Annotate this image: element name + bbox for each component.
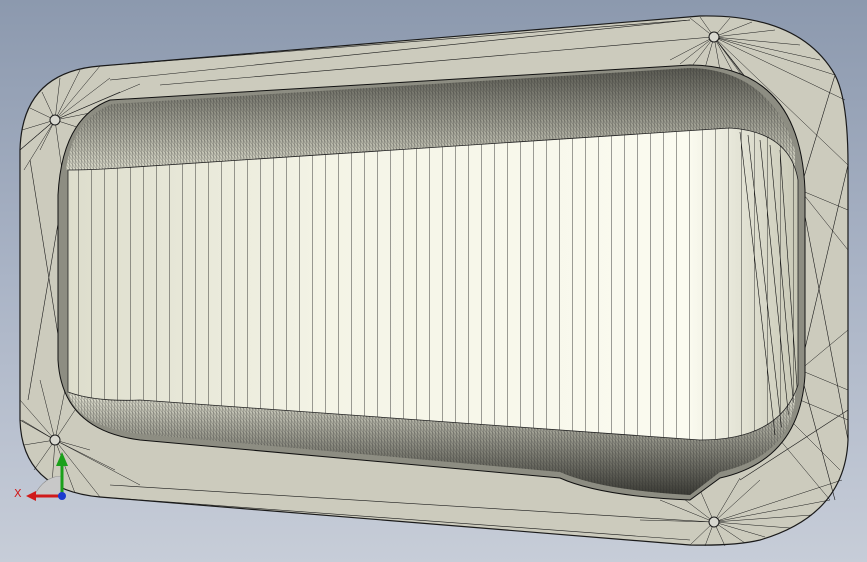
model-view[interactable]: X <box>0 0 867 562</box>
mounting-hole-top-right <box>708 31 720 43</box>
triad-x-arrow-icon <box>26 491 36 501</box>
mounting-hole-bottom-right <box>708 516 720 528</box>
triad-x-label: X <box>14 487 22 500</box>
graphics-viewport[interactable]: X <box>0 0 867 562</box>
mounting-hole-top-left <box>49 114 61 126</box>
triad-z-axis-icon <box>58 492 66 500</box>
cavity-floor-facets <box>68 128 799 440</box>
mounting-hole-bottom-left <box>49 434 61 446</box>
